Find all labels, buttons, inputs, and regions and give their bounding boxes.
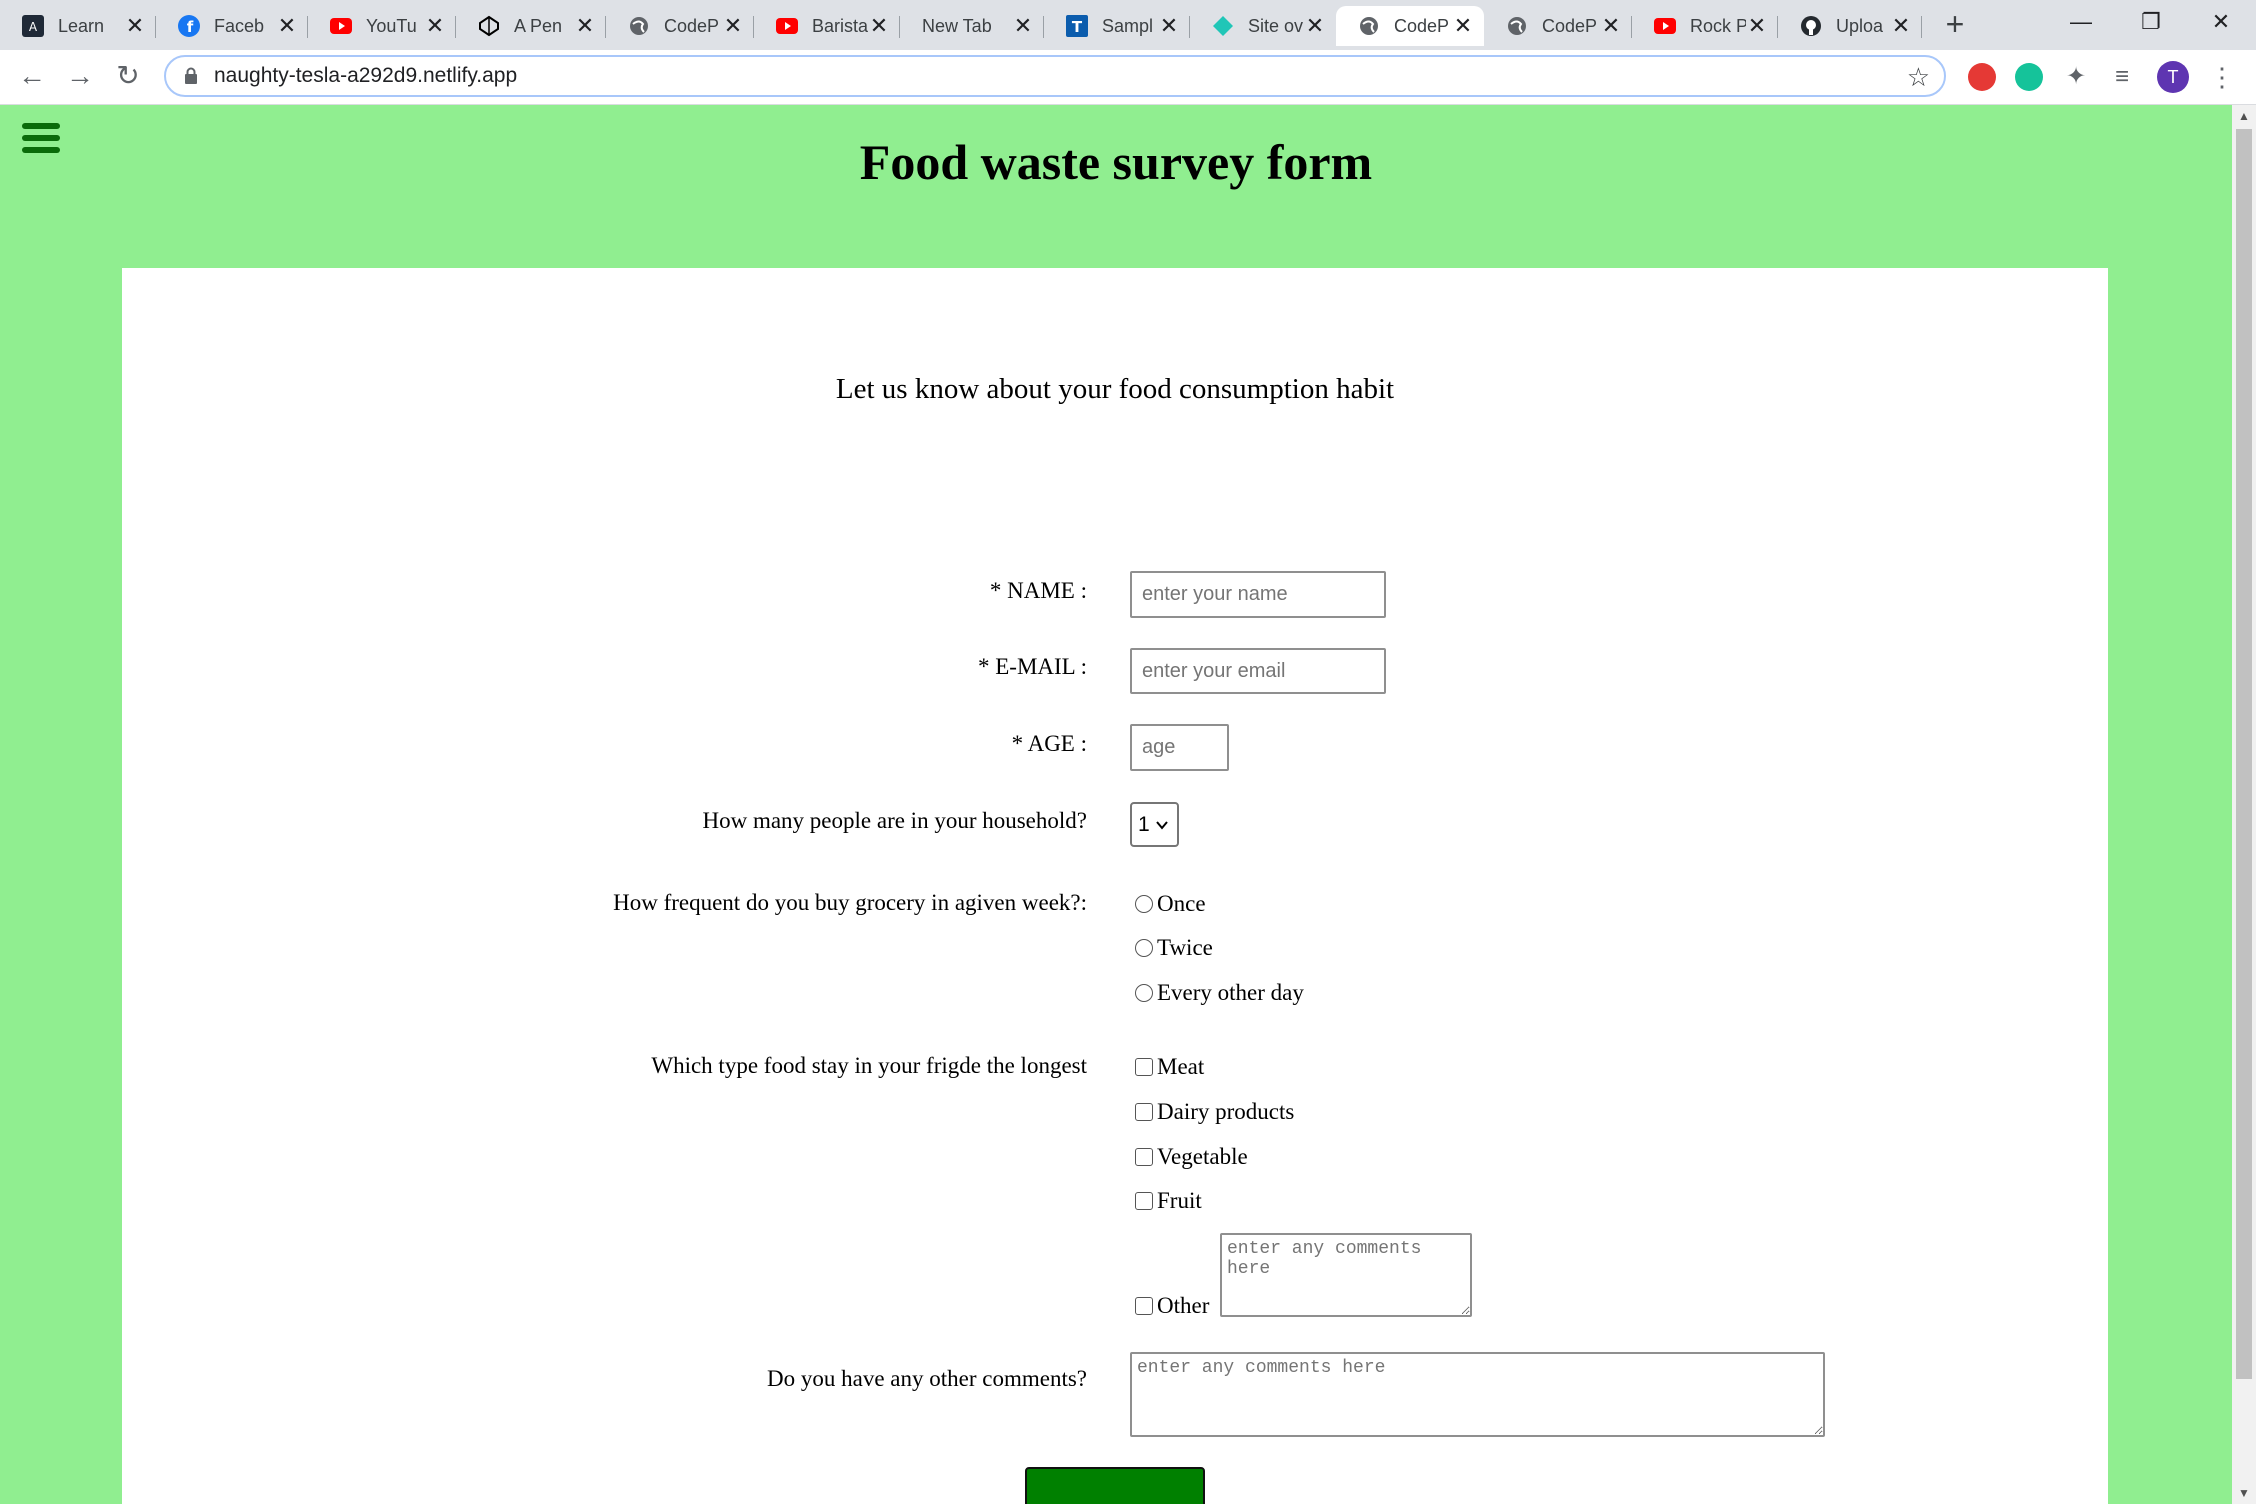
fridge-option-dairy[interactable]: Dairy products [1135,1099,1294,1125]
radio-button[interactable] [1135,895,1153,913]
close-icon[interactable]: ✕ [1452,13,1474,39]
close-icon[interactable]: ✕ [1890,13,1912,39]
scroll-down-arrow-icon[interactable]: ▼ [2238,1486,2250,1500]
fridge-option-other[interactable]: Other [1135,1293,1209,1319]
tab-site-overview[interactable]: Site ov ✕ [1190,6,1336,46]
t-icon: T [1066,15,1088,37]
bookmark-star-icon[interactable]: ☆ [1907,62,1930,93]
page-content: Food waste survey form Let us know about… [0,105,2232,1504]
frequency-label: How frequent do you buy grocery in agive… [613,890,1087,915]
radio-button[interactable] [1135,984,1153,1002]
email-label: * E-MAIL : [977,654,1087,679]
tab-barista[interactable]: Barista ✕ [754,6,900,46]
close-icon[interactable]: ✕ [722,13,744,39]
close-icon[interactable]: ✕ [868,13,890,39]
checkbox[interactable] [1135,1297,1153,1315]
github-icon [1800,15,1822,37]
frequency-option-once[interactable]: Once [1135,891,1206,917]
close-icon[interactable]: ✕ [1746,13,1768,39]
scrollbar-thumb[interactable] [2236,129,2252,1379]
close-icon[interactable]: ✕ [1012,13,1034,39]
household-label: How many people are in your household? [702,808,1087,833]
form-description: Let us know about your food consumption … [835,373,1395,405]
codepen-icon [478,15,500,37]
checkbox[interactable] [1135,1148,1153,1166]
adblock-extension-icon[interactable] [1968,63,1996,91]
comments-textarea[interactable] [1130,1352,1825,1437]
fridge-option-fruit[interactable]: Fruit [1135,1188,1202,1214]
close-icon[interactable]: ✕ [1158,13,1180,39]
close-icon[interactable]: ✕ [124,13,146,39]
youtube-icon [776,15,798,37]
netlify-icon [1212,15,1234,37]
close-window-button[interactable]: ✕ [2186,0,2256,44]
page-title: Food waste survey form [859,134,1373,190]
fridge-option-vegetable[interactable]: Vegetable [1135,1144,1248,1170]
radio-button[interactable] [1135,939,1153,957]
tab-youtube[interactable]: YouTu ✕ [308,6,456,46]
svg-text:T: T [1072,18,1083,36]
minimize-button[interactable]: — [2046,0,2116,44]
youtube-icon [1654,15,1676,37]
youtube-icon [330,15,352,37]
close-icon[interactable]: ✕ [574,13,596,39]
svg-text:f: f [187,18,194,36]
restore-button[interactable]: ❐ [2116,0,2186,44]
tab-rock[interactable]: Rock P ✕ [1632,6,1778,46]
tab-upload[interactable]: Uploa ✕ [1778,6,1922,46]
chevron-down-icon [1155,820,1168,830]
name-input[interactable] [1130,571,1386,618]
media-control-icon[interactable]: ≡ [2108,63,2136,91]
close-icon[interactable]: ✕ [1600,13,1622,39]
checkbox[interactable] [1135,1192,1153,1210]
fridge-option-meat[interactable]: Meat [1135,1054,1204,1080]
tab-codepen-1[interactable]: CodeP ✕ [606,6,754,46]
codecademy-icon: A [22,15,44,37]
globe-icon [1358,15,1380,37]
age-label: * AGE : [1011,731,1087,756]
browser-toolbar: ← → ↻ naughty-tesla-a292d9.netlify.app ☆… [0,50,2256,105]
tab-a-pen[interactable]: A Pen ✕ [456,6,606,46]
submit-button[interactable]: Submit [1025,1467,1205,1504]
address-bar[interactable]: naughty-tesla-a292d9.netlify.app ☆ [164,55,1946,97]
lock-icon [185,67,197,84]
tab-codepen-active[interactable]: CodeP ✕ [1336,6,1484,46]
svg-text:A: A [29,20,38,34]
close-icon[interactable]: ✕ [1304,13,1326,39]
tab-codepen-2[interactable]: CodeP ✕ [1484,6,1632,46]
reload-button[interactable]: ↻ [110,58,146,94]
comments-label: Do you have any other comments? [767,1366,1087,1391]
globe-icon [1506,15,1528,37]
forward-button[interactable]: → [62,58,98,94]
close-icon[interactable]: ✕ [424,13,446,39]
checkbox[interactable] [1135,1103,1153,1121]
scroll-up-arrow-icon[interactable]: ▲ [2238,109,2250,123]
close-icon[interactable]: ✕ [276,13,298,39]
tab-learn[interactable]: A Learn ✕ [0,6,156,46]
age-input[interactable] [1130,724,1229,771]
tab-strip: A Learn ✕ f Faceb ✕ YouTu ✕ A Pen ✕ Code… [0,0,2256,50]
other-comments-textarea[interactable] [1220,1233,1472,1317]
household-select[interactable]: 1 [1130,802,1179,847]
tab-facebook[interactable]: f Faceb ✕ [156,6,308,46]
page-scrollbar[interactable]: ▲ ▼ [2232,105,2256,1504]
checkbox[interactable] [1135,1058,1153,1076]
fridge-label: Which type food stay in your frigde the … [651,1053,1087,1078]
tab-sample[interactable]: T Sampl ✕ [1044,6,1190,46]
profile-avatar[interactable]: T [2157,61,2189,93]
back-button[interactable]: ← [14,58,50,94]
facebook-icon: f [178,15,200,37]
extensions-puzzle-icon[interactable]: ✦ [2062,63,2090,91]
grammarly-extension-icon[interactable] [2015,63,2043,91]
survey-form: Let us know about your food consumption … [122,268,2108,1504]
url-text: naughty-tesla-a292d9.netlify.app [214,64,518,87]
frequency-option-every-other-day[interactable]: Every other day [1135,980,1304,1006]
name-label: * NAME : [989,578,1087,603]
new-tab-button[interactable]: + [1938,6,1972,42]
tab-new-tab[interactable]: New Tab ✕ [900,6,1044,46]
email-input[interactable] [1130,648,1386,694]
menu-kebab-icon[interactable]: ⋮ [2208,63,2236,91]
frequency-option-twice[interactable]: Twice [1135,935,1213,961]
globe-icon [628,15,650,37]
